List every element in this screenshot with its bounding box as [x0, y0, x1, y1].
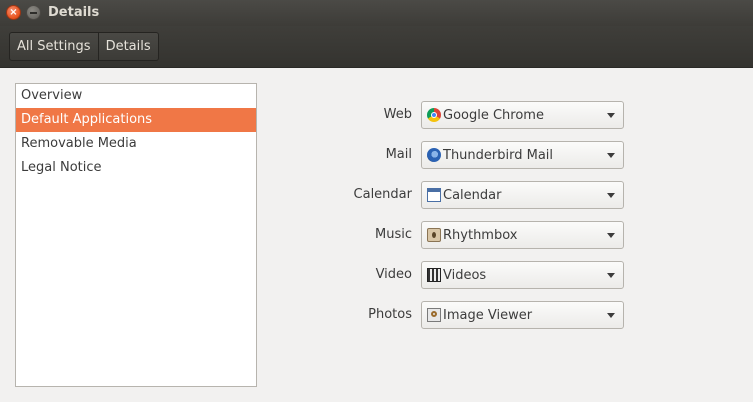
chevron-down-icon: [607, 113, 615, 118]
music-app-value: Rhythmbox: [443, 228, 518, 243]
video-row: Video Videos: [330, 261, 630, 289]
photos-label: Photos: [368, 307, 412, 322]
calendar-icon: [427, 188, 441, 202]
sidebar-item-legal-notice[interactable]: Legal Notice: [16, 156, 256, 180]
header-bar: All Settings Details: [0, 26, 753, 68]
sidebar-item-default-applications[interactable]: Default Applications: [16, 108, 256, 132]
chrome-icon: [427, 108, 441, 122]
mail-label: Mail: [385, 147, 412, 162]
close-icon[interactable]: ×: [6, 5, 21, 20]
videos-icon: [427, 268, 441, 282]
breadcrumb: All Settings Details: [9, 32, 159, 61]
web-label: Web: [383, 107, 412, 122]
chevron-down-icon: [607, 233, 615, 238]
web-row: Web Google Chrome: [330, 101, 630, 129]
minimize-icon[interactable]: [26, 5, 41, 20]
window-title: Details: [48, 5, 100, 20]
rhythmbox-icon: [427, 228, 441, 242]
breadcrumb-details[interactable]: Details: [98, 32, 159, 61]
settings-window: × Details All Settings Details Overview …: [0, 0, 753, 402]
chevron-down-icon: [607, 313, 615, 318]
calendar-row: Calendar Calendar: [330, 181, 630, 209]
chevron-down-icon: [607, 273, 615, 278]
mail-app-select[interactable]: Thunderbird Mail: [421, 141, 624, 169]
calendar-app-value: Calendar: [443, 188, 502, 203]
mail-row: Mail Thunderbird Mail: [330, 141, 630, 169]
web-app-select[interactable]: Google Chrome: [421, 101, 624, 129]
chevron-down-icon: [607, 153, 615, 158]
video-app-value: Videos: [443, 268, 487, 283]
music-row: Music Rhythmbox: [330, 221, 630, 249]
web-app-value: Google Chrome: [443, 108, 544, 123]
photos-row: Photos Image Viewer: [330, 301, 630, 329]
image-viewer-icon: [427, 308, 441, 322]
music-label: Music: [375, 227, 412, 242]
thunderbird-icon: [427, 148, 441, 162]
calendar-label: Calendar: [353, 187, 412, 202]
sidebar-item-overview[interactable]: Overview: [16, 84, 256, 108]
video-label: Video: [375, 267, 412, 282]
chevron-down-icon: [607, 193, 615, 198]
sidebar-list: Overview Default Applications Removable …: [15, 83, 257, 387]
title-bar[interactable]: × Details: [0, 0, 753, 26]
music-app-select[interactable]: Rhythmbox: [421, 221, 624, 249]
photos-app-select[interactable]: Image Viewer: [421, 301, 624, 329]
mail-app-value: Thunderbird Mail: [443, 148, 554, 163]
video-app-select[interactable]: Videos: [421, 261, 624, 289]
calendar-app-select[interactable]: Calendar: [421, 181, 624, 209]
photos-app-value: Image Viewer: [443, 308, 533, 323]
sidebar-item-removable-media[interactable]: Removable Media: [16, 132, 256, 156]
breadcrumb-all-settings[interactable]: All Settings: [9, 32, 99, 61]
